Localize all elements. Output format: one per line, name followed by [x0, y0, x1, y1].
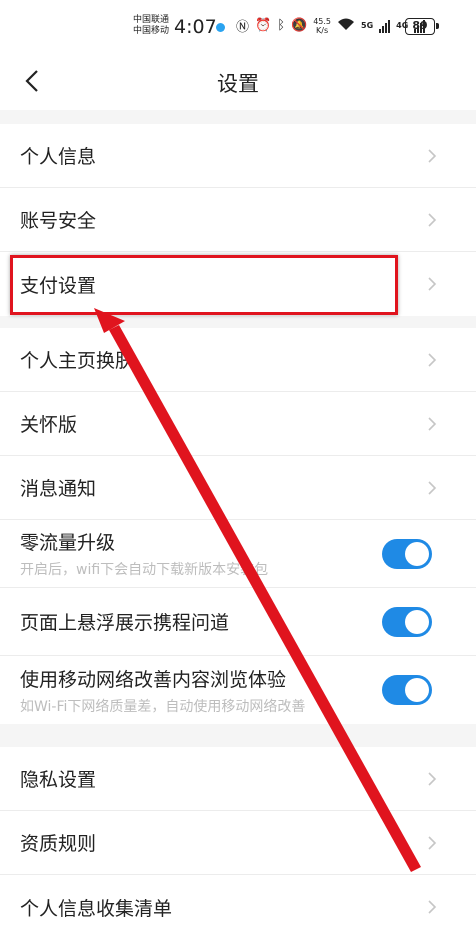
mobile-network-boost-toggle[interactable] — [382, 675, 432, 705]
settings-item-floating-assistant: 页面上悬浮展示携程问道 — [0, 588, 476, 656]
settings-item-account-security[interactable]: 账号安全 — [0, 188, 476, 252]
settings-item-description: 如Wi-Fi下网络质量差，自动使用移动网络改善 — [20, 698, 306, 715]
settings-item-label: 零流量升级 — [20, 532, 116, 554]
nav-bar: 设置 — [0, 56, 476, 110]
settings-item-zero-data-upgrade: 零流量升级 开启后，wifi下会自动下载新版本安装包 — [0, 520, 476, 588]
carrier-2: 中国移动 — [133, 26, 170, 36]
nfc-icon: Ⓝ — [236, 20, 250, 35]
wifi-icon — [337, 17, 355, 35]
settings-item-label: 个人信息收集清单 — [20, 897, 173, 920]
chevron-right-icon — [428, 480, 437, 495]
settings-item-label: 使用移动网络改善内容浏览体验 — [20, 668, 287, 691]
battery-icon: 89 — [405, 18, 439, 35]
alarm-icon: ⏰ — [255, 18, 272, 33]
settings-section-privacy: 隐私设置 资质规则 个人信息收集清单 — [0, 747, 476, 930]
chevron-right-icon — [428, 148, 437, 163]
settings-item-label: 个人主页换肤 — [20, 350, 135, 372]
settings-item-label: 隐私设置 — [20, 769, 97, 791]
carrier-1: 中国联通 — [133, 15, 170, 25]
settings-item-label: 关怀版 — [20, 414, 78, 436]
settings-item-privacy[interactable]: 隐私设置 — [0, 747, 476, 811]
status-icons: Ⓝ ⏰ ᛒ 🔕 45.5 K/s 5G 4G — [236, 16, 426, 35]
chevron-right-icon — [428, 277, 437, 291]
settings-item-personal-info[interactable]: 个人信息 — [0, 124, 476, 188]
settings-section-account: 个人信息 账号安全 支付设置 — [0, 124, 476, 316]
settings-item-mobile-network-boost: 使用移动网络改善内容浏览体验 如Wi-Fi下网络质量差，自动使用移动网络改善 — [0, 656, 476, 724]
settings-item-qualification-rules[interactable]: 资质规则 — [0, 811, 476, 875]
net-speed-value: 45.5 — [313, 16, 332, 26]
settings-item-notifications[interactable]: 消息通知 — [0, 456, 476, 520]
signal-1-icon — [379, 19, 391, 33]
page-title: 设置 — [217, 72, 259, 96]
settings-item-label: 页面上悬浮展示携程问道 — [20, 612, 230, 634]
settings-item-homepage-skin[interactable]: 个人主页换肤 — [0, 328, 476, 392]
settings-item-data-collection-list[interactable]: 个人信息收集清单 — [0, 875, 476, 930]
chevron-right-icon — [428, 352, 437, 367]
status-time: 4:07 — [174, 16, 217, 38]
zero-data-upgrade-toggle[interactable] — [382, 538, 432, 569]
net-type-1: 5G — [361, 21, 374, 30]
settings-item-description: 开启后，wifi下会自动下载新版本安装包 — [20, 562, 269, 578]
net-speed: 45.5 K/s — [313, 17, 331, 35]
net-speed-unit: K/s — [316, 25, 329, 35]
carrier-info: 中国联通 中国移动 — [133, 15, 169, 37]
settings-item-label: 支付设置 — [20, 274, 97, 297]
chevron-right-icon — [428, 212, 437, 227]
settings-item-label: 账号安全 — [20, 210, 97, 232]
chevron-right-icon — [428, 771, 437, 786]
bluetooth-icon: ᛒ — [277, 18, 286, 33]
status-bar: 中国联通 中国移动 4:07 Ⓝ ⏰ ᛒ 🔕 45.5 K/s 5G 4G 89 — [0, 0, 476, 56]
notification-dot-icon — [216, 23, 225, 32]
settings-item-label: 资质规则 — [20, 833, 97, 855]
floating-assistant-toggle[interactable] — [382, 606, 432, 637]
chevron-right-icon — [428, 835, 437, 850]
settings-section-display: 个人主页换肤 关怀版 消息通知 零流量升级 开启后，wifi下会自动下载新版本安… — [0, 328, 476, 724]
settings-item-payment-settings[interactable]: 支付设置 — [0, 252, 476, 316]
settings-item-care-mode[interactable]: 关怀版 — [0, 392, 476, 456]
chevron-right-icon — [428, 900, 437, 914]
settings-item-label: 消息通知 — [20, 478, 97, 500]
mute-icon: 🔕 — [291, 18, 308, 33]
chevron-right-icon — [428, 416, 437, 431]
settings-item-label: 个人信息 — [20, 146, 97, 168]
